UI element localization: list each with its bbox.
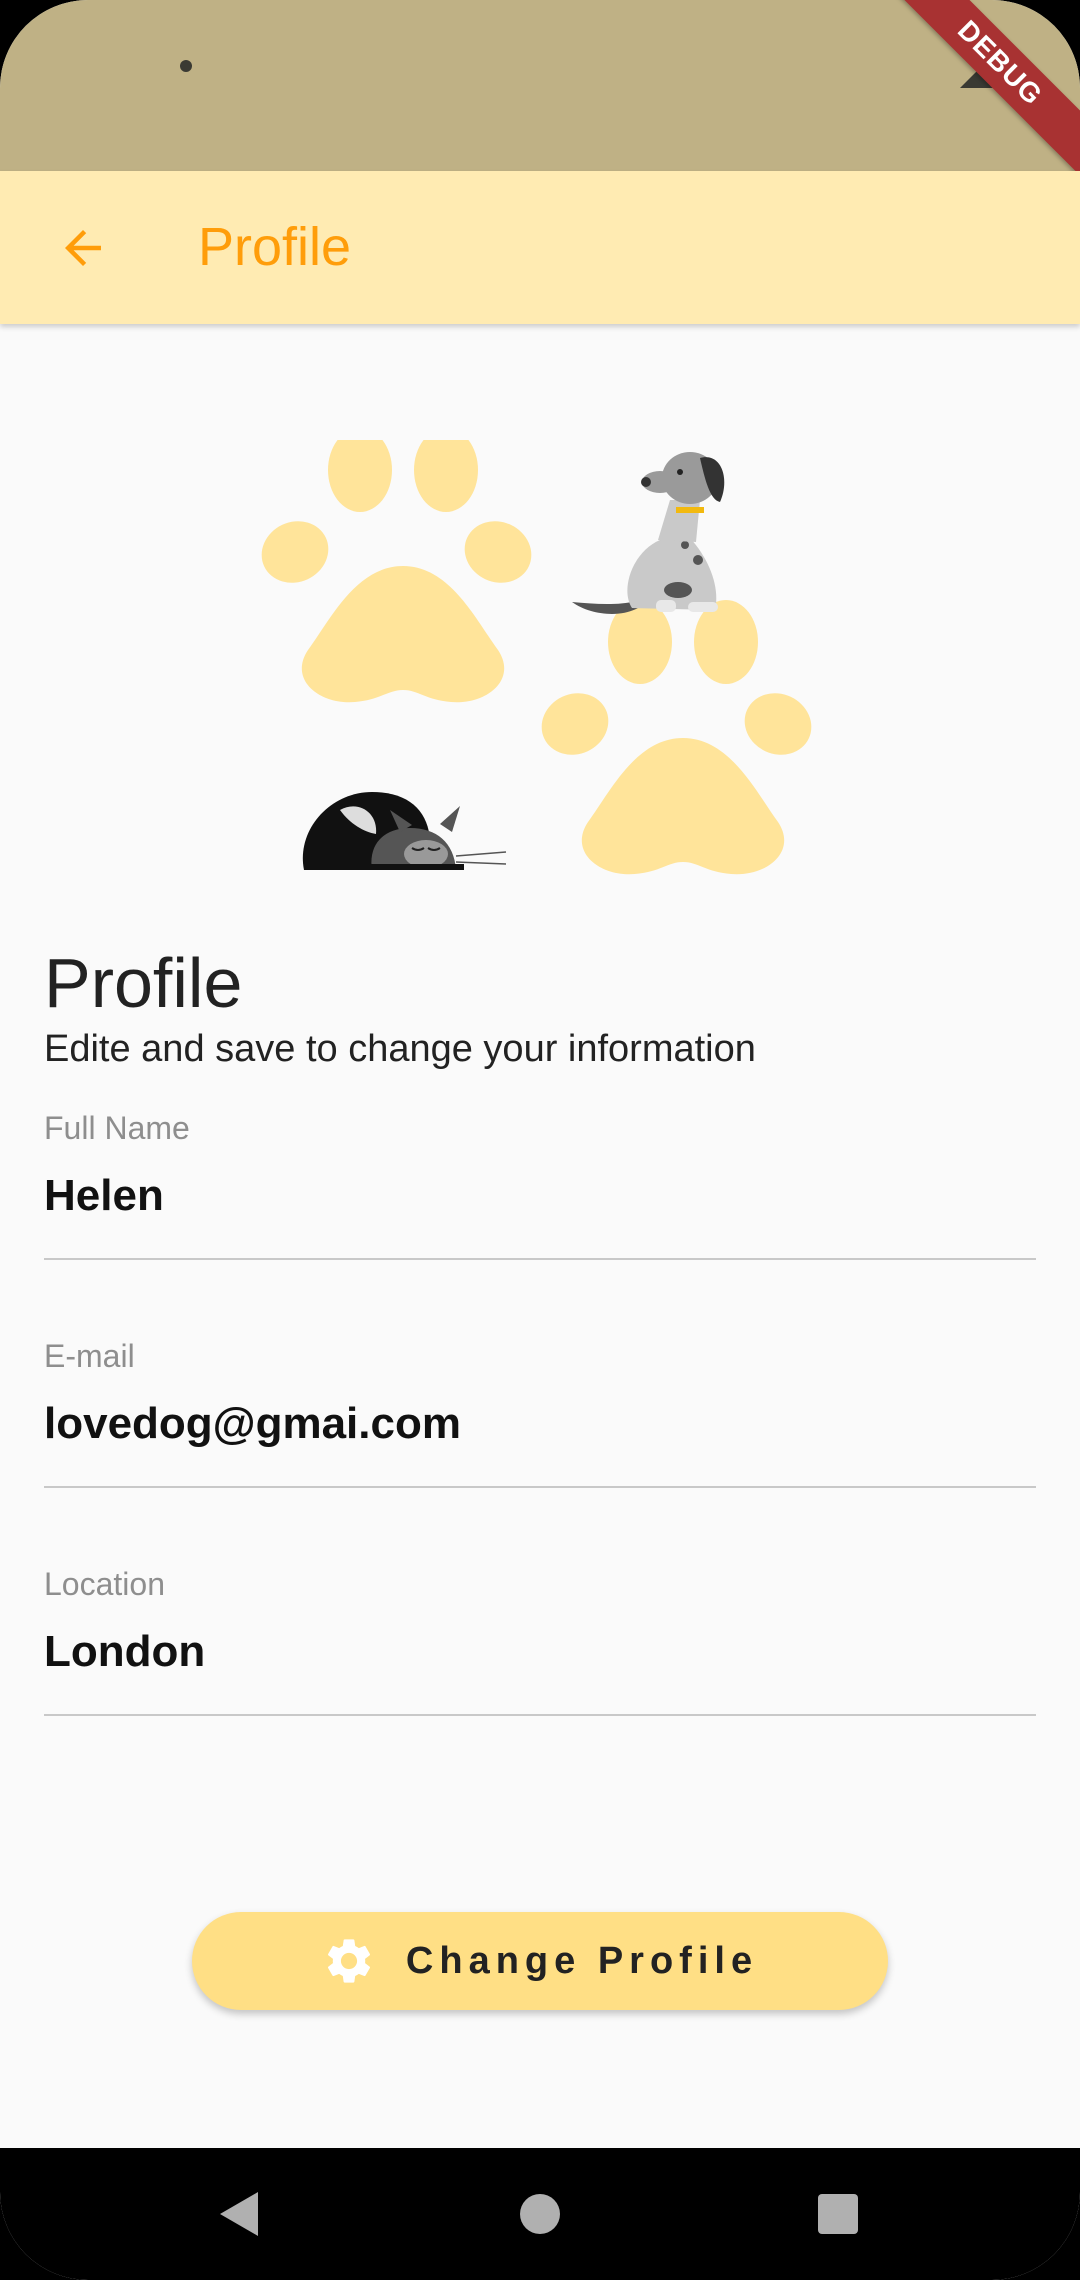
phone-screen: DEBUG Profile Profile Edite and save to … [0,0,1080,2280]
full-name-value[interactable]: Helen [44,1168,164,1224]
camera-dot [180,60,192,72]
full-name-label: Full Name [44,1110,190,1146]
change-profile-button[interactable]: Change Profile [192,1912,888,2010]
recents-square-icon[interactable] [808,2184,868,2244]
home-circle-icon[interactable] [510,2184,570,2244]
paw-print-icon [261,440,532,703]
location-value[interactable]: London [44,1624,205,1680]
app-bar-title: Profile [198,217,352,277]
debug-banner: DEBUG [877,0,1080,186]
system-nav-bar [0,2148,1080,2280]
page-title: Profile [44,944,243,1022]
dog-icon [572,452,725,614]
location-field[interactable]: Location London [44,1564,1036,1716]
gear-icon [327,1939,370,1983]
arrow-back-icon [65,230,101,266]
cat-icon [302,792,507,870]
back-button[interactable] [40,205,126,291]
location-label: Location [44,1566,165,1602]
page-subtitle: Edite and save to change your informatio… [44,1028,756,1070]
change-profile-label: Change Profile [405,1939,759,1982]
app-bar: Profile [0,171,1080,324]
email-field[interactable]: E-mail lovedog@gmai.com [44,1336,1036,1488]
paw-print-icon [541,600,812,875]
status-bar: DEBUG [0,0,1080,186]
email-value[interactable]: lovedog@gmai.com [44,1396,461,1452]
back-triangle-icon[interactable] [210,2184,270,2244]
pets-illustration [261,440,812,875]
full-name-field[interactable]: Full Name Helen [44,1108,1036,1260]
email-label: E-mail [44,1338,135,1374]
